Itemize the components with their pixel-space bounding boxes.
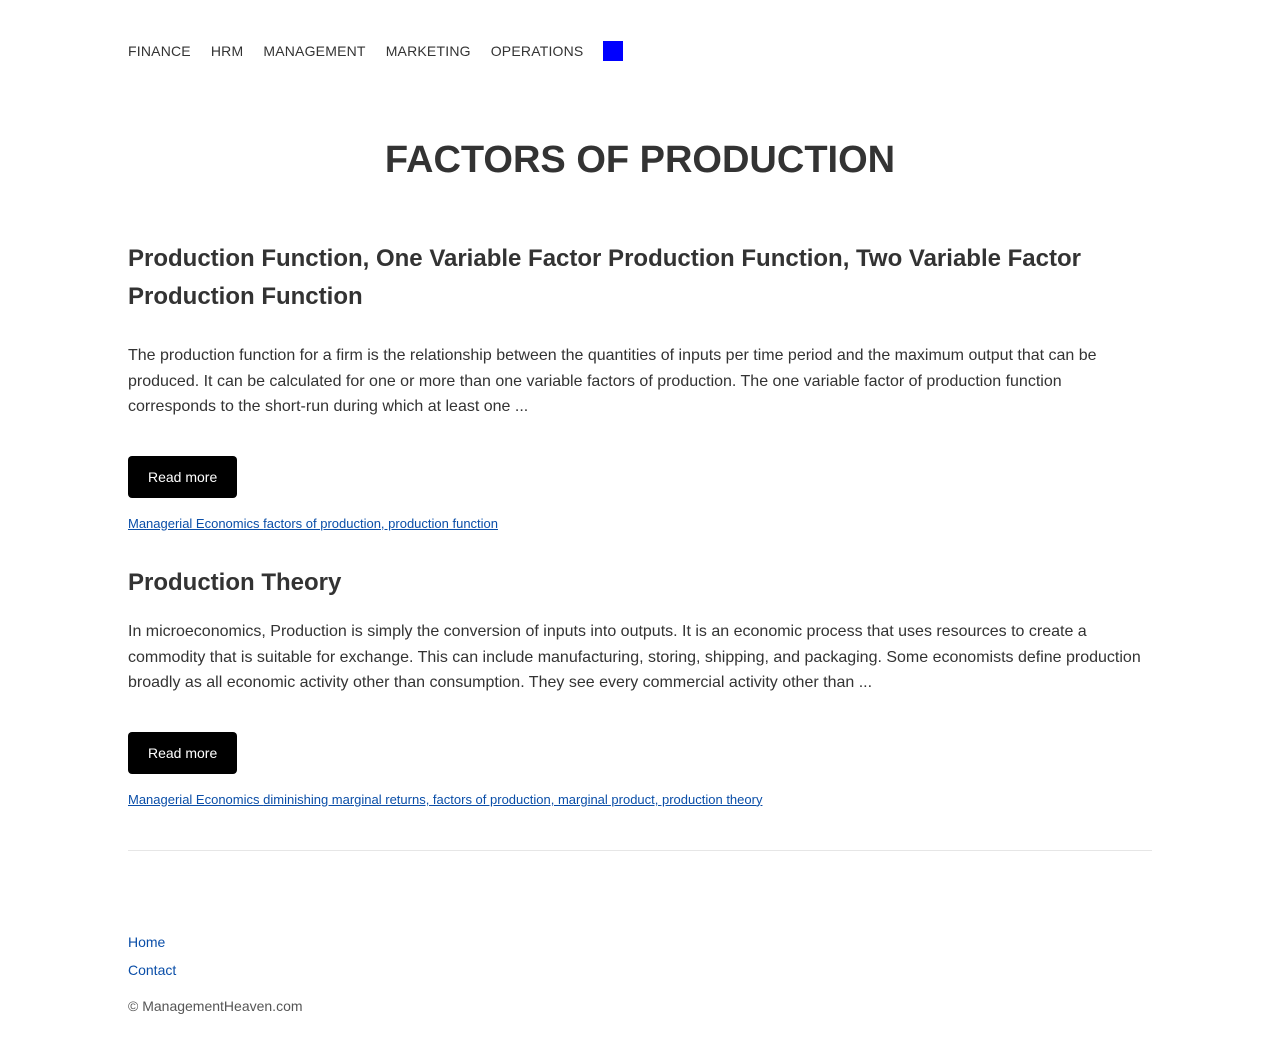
read-more-button[interactable]: Read more (128, 455, 238, 498)
post-card: Production Function, One Variable Factor… (128, 240, 1152, 532)
post-excerpt: In microeconomics, Production is simply … (128, 623, 1141, 692)
footer-link-home[interactable]: Home (128, 933, 165, 951)
main-nav: FINANCE HRM MANAGEMENT MARKETING OPERATI… (128, 41, 1152, 61)
nav-item-hrm[interactable]: HRM (211, 41, 243, 61)
nav-item-management[interactable]: MANAGEMENT (263, 41, 365, 61)
footer-divider (128, 850, 1152, 851)
copyright-text: © ManagementHeaven.com (128, 998, 303, 1014)
category-link[interactable]: Managerial Economics (128, 516, 260, 531)
post-card: Production Theory In microeconomics, Pro… (128, 564, 1152, 808)
post-title: Production Function, One Variable Factor… (128, 240, 1152, 316)
nav-item-operations[interactable]: OPERATIONS (491, 41, 584, 61)
tags-link[interactable]: factors of production, production functi… (263, 516, 498, 531)
post-title: Production Theory (128, 564, 1152, 602)
post-title-link[interactable]: Production Theory (128, 569, 341, 596)
nav-item-marketing[interactable]: MARKETING (386, 41, 471, 61)
category-link[interactable]: Managerial Economics (128, 792, 260, 807)
menu-square-icon[interactable] (603, 41, 624, 61)
tags-link[interactable]: diminishing marginal returns, factors of… (263, 792, 762, 807)
footer-link-contact[interactable]: Contact (128, 961, 176, 979)
post-taxonomy: Managerial Economics diminishing margina… (128, 792, 1152, 808)
post-taxonomy: Managerial Economics factors of producti… (128, 516, 1152, 532)
nav-item-finance[interactable]: FINANCE (128, 41, 191, 61)
post-excerpt: The production function for a firm is th… (128, 347, 1097, 416)
page-title: FACTORS OF PRODUCTION (384, 139, 896, 181)
read-more-button[interactable]: Read more (128, 731, 238, 774)
post-title-link[interactable]: Production Function, One Variable Factor… (128, 245, 1081, 310)
